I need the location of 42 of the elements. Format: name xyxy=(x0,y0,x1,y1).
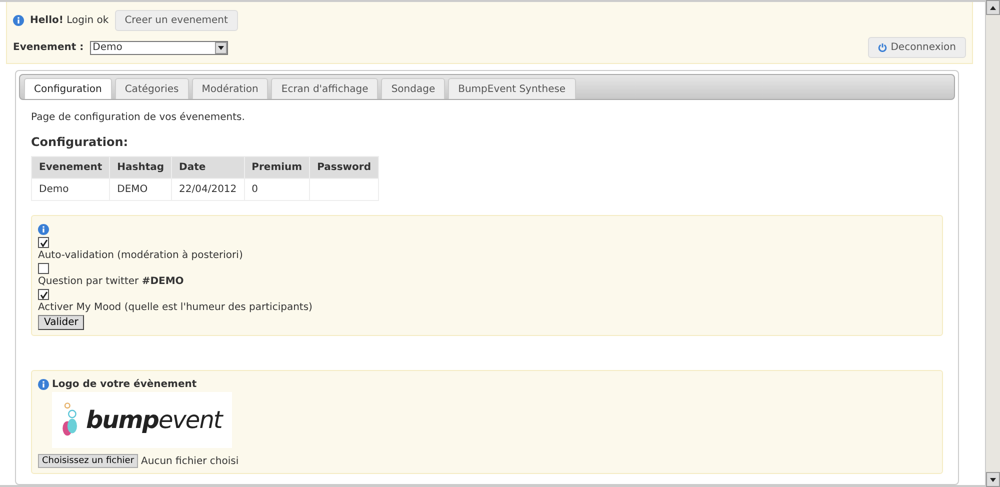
table-cell: 22/04/2012 xyxy=(172,178,244,200)
choose-file-button[interactable]: Choisissez un fichier xyxy=(38,454,138,468)
column-header: Evenement xyxy=(32,156,110,178)
tab[interactable]: BumpEvent Synthese xyxy=(448,78,576,99)
event-label: Evenement : xyxy=(13,42,84,53)
logo-text: bumpevent xyxy=(86,406,222,434)
option-label: Activer My Mood (quelle est l'humeur des participants) xyxy=(38,302,312,313)
info-icon xyxy=(13,15,24,26)
checkbox[interactable] xyxy=(38,289,49,300)
info-icon xyxy=(38,224,49,235)
option-label: Auto-validation (modération à posteriori) xyxy=(38,250,243,261)
option-label: Question par twitter #DEMO xyxy=(38,276,184,287)
logout-button[interactable]: Deconnexion xyxy=(868,37,966,58)
intro-text: Page de configuration de vos évenements. xyxy=(31,112,246,123)
table-cell: DEMO xyxy=(110,178,172,200)
info-icon xyxy=(38,379,49,390)
event-select[interactable]: Demo xyxy=(90,40,228,54)
tab[interactable]: Sondage xyxy=(381,78,446,99)
table-cell: 0 xyxy=(244,178,310,200)
checkbox[interactable] xyxy=(38,263,49,274)
scrollbar[interactable] xyxy=(985,0,1000,487)
dropdown-caret-icon xyxy=(214,42,227,54)
tab[interactable]: Ecran d'affichage xyxy=(271,78,378,99)
scroll-up-icon[interactable] xyxy=(986,0,1000,15)
table-cell xyxy=(310,178,379,200)
column-header: Password xyxy=(310,156,379,178)
section-title: Configuration: xyxy=(31,135,130,149)
column-header: Date xyxy=(172,156,244,178)
table-cell: Demo xyxy=(32,178,110,200)
checkbox[interactable] xyxy=(38,237,49,248)
scroll-down-icon[interactable] xyxy=(986,472,1000,487)
power-icon xyxy=(878,43,887,52)
column-header: Hashtag xyxy=(110,156,172,178)
create-event-button[interactable]: Creer un evenement xyxy=(114,10,238,31)
tab[interactable]: Catégories xyxy=(114,78,189,99)
tab[interactable]: Configuration xyxy=(24,78,112,99)
column-header: Premium xyxy=(244,156,310,178)
logo-section-title: Logo de votre évènement xyxy=(52,379,197,390)
tab[interactable]: Modération xyxy=(192,78,268,99)
greeting-text: Hello! Login ok xyxy=(30,15,109,26)
validate-button[interactable]: Valider xyxy=(38,315,84,330)
file-status-text: Aucun fichier choisi xyxy=(141,456,239,466)
